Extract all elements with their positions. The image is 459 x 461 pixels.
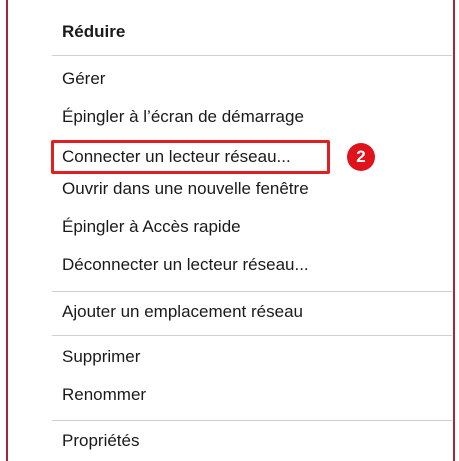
context-menu: Réduire Gérer Épingler à l’écran de déma… bbox=[8, 0, 453, 461]
menu-item-epingler-ecran-demarrage[interactable]: Épingler à l’écran de démarrage bbox=[8, 101, 453, 133]
menu-item-reduire[interactable]: Réduire bbox=[8, 16, 453, 48]
step-badge: 2 bbox=[347, 143, 375, 171]
menu-item-ajouter-emplacement-reseau[interactable]: Ajouter un emplacement réseau bbox=[8, 296, 453, 328]
menu-item-renommer[interactable]: Renommer bbox=[8, 379, 453, 411]
window-border-right bbox=[453, 0, 455, 461]
menu-item-ouvrir-nouvelle-fenetre[interactable]: Ouvrir dans une nouvelle fenêtre bbox=[8, 173, 453, 205]
menu-item-proprietes[interactable]: Propriétés bbox=[8, 425, 453, 457]
highlight-box bbox=[51, 140, 330, 174]
menu-separator bbox=[52, 335, 452, 336]
menu-separator bbox=[52, 291, 452, 292]
menu-item-supprimer[interactable]: Supprimer bbox=[8, 341, 453, 373]
menu-separator bbox=[52, 420, 452, 421]
menu-item-deconnecter-lecteur-reseau[interactable]: Déconnecter un lecteur réseau... bbox=[8, 249, 453, 281]
menu-item-gerer[interactable]: Gérer bbox=[8, 63, 453, 95]
menu-item-epingler-acces-rapide[interactable]: Épingler à Accès rapide bbox=[8, 211, 453, 243]
menu-separator bbox=[52, 55, 452, 56]
